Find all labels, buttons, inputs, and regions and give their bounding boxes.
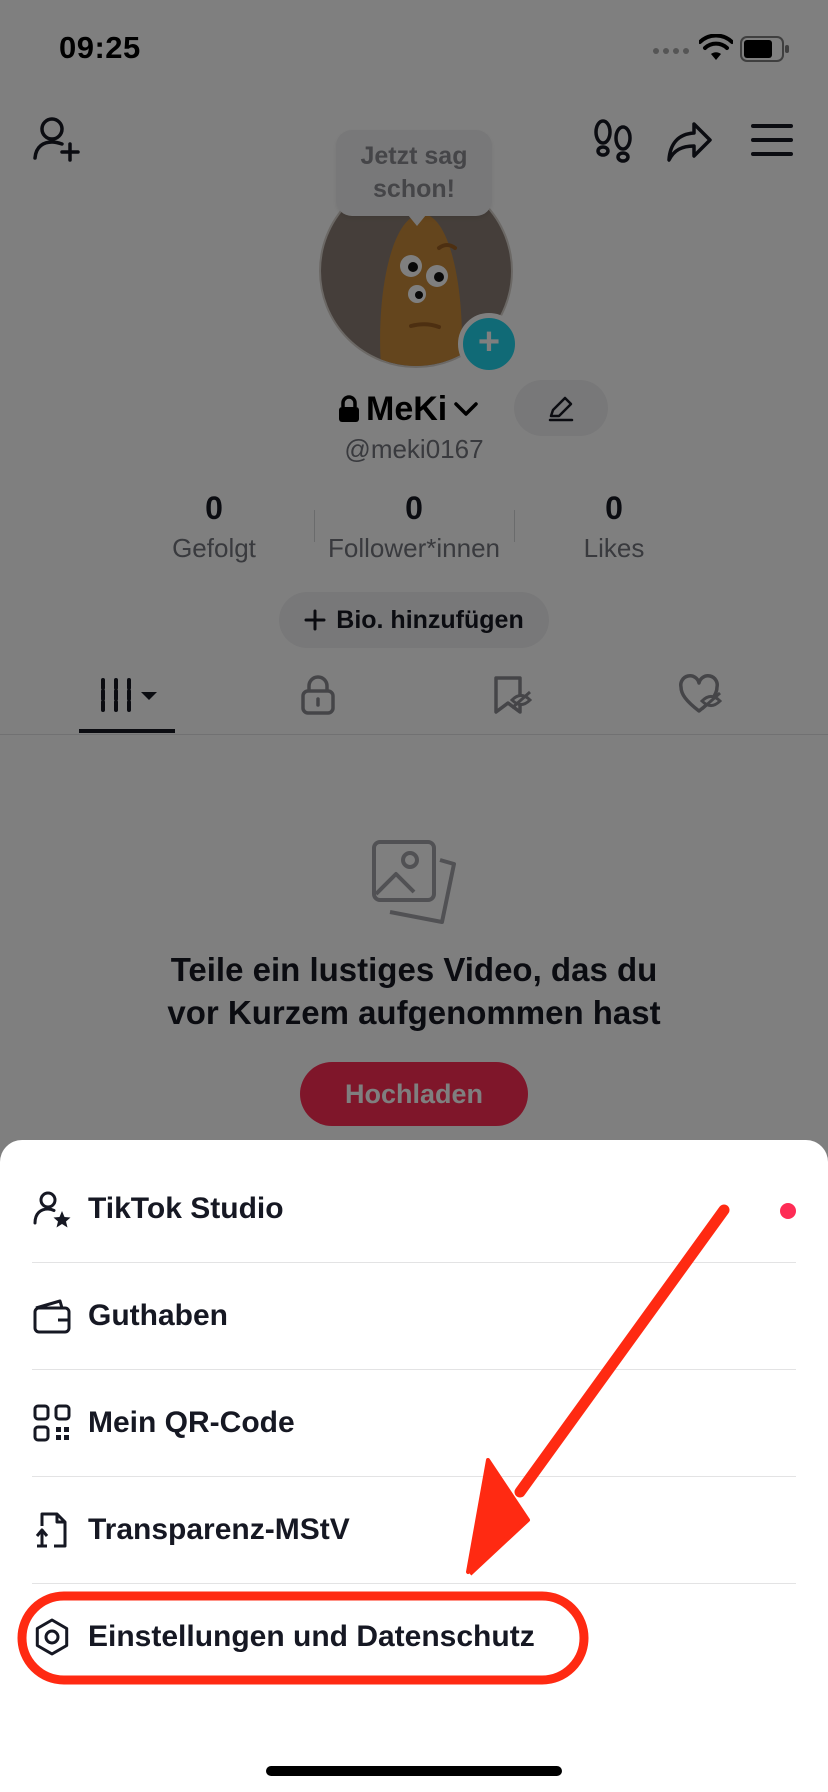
menu-item-label: Mein QR-Code <box>88 1406 295 1439</box>
menu-item-label: Einstellungen und Datenschutz <box>88 1620 535 1653</box>
menu-item-tiktok-studio[interactable]: TikTok Studio <box>32 1156 796 1263</box>
wallet-icon <box>32 1296 72 1336</box>
qr-code-icon <box>32 1403 72 1443</box>
document-scale-icon <box>32 1510 72 1550</box>
menu-item-label: Transparenz-MStV <box>88 1513 350 1546</box>
home-indicator[interactable] <box>266 1766 562 1776</box>
notification-dot <box>780 1203 796 1219</box>
menu-item-guthaben[interactable]: Guthaben <box>32 1263 796 1370</box>
menu-item-settings-privacy[interactable]: Einstellungen und Datenschutz <box>32 1584 796 1690</box>
gear-icon <box>32 1617 72 1657</box>
menu-item-label: TikTok Studio <box>88 1192 284 1225</box>
menu-item-label: Guthaben <box>88 1299 228 1332</box>
menu-item-qr-code[interactable]: Mein QR-Code <box>32 1370 796 1477</box>
menu-item-transparenz[interactable]: Transparenz-MStV <box>32 1477 796 1584</box>
person-star-icon <box>32 1189 72 1229</box>
bottom-sheet-menu: TikTok Studio Guthaben Mein QR-Code Tran… <box>0 1140 828 1792</box>
